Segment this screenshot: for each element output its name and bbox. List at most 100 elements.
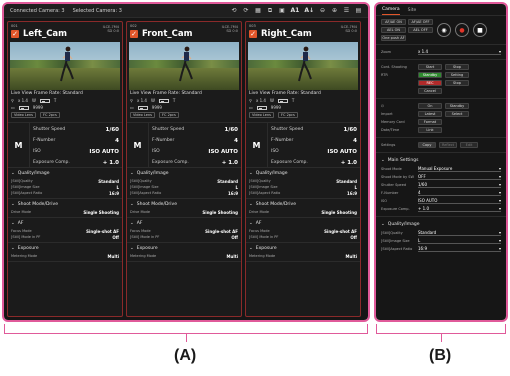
list-view-icon[interactable]: ☰ (343, 7, 350, 14)
exposure-section[interactable]: ⌄ Exposure Metering Mode Multi (246, 243, 360, 262)
shoot-mode[interactable]: M (246, 123, 268, 167)
setting-select[interactable]: Manual Exposure ▾ (418, 166, 501, 172)
setting-select[interactable]: 4 ▾ (418, 190, 501, 196)
setting-select[interactable]: Standard ▾ (418, 230, 501, 236)
af-section[interactable]: ⌄ AF Focus Mode Single-shot AF [Still] Mod… (8, 218, 122, 243)
font-size-small-button[interactable]: A↓ (304, 7, 314, 14)
exposure-section[interactable]: ⌄ Exposure Metering Mode Multi (8, 243, 122, 262)
camera-shutter-icon[interactable]: ◉ (437, 23, 451, 37)
af-section[interactable]: ⌄ AF Focus Mode Single-shot AF [Still] Mod… (127, 218, 241, 243)
record-icon[interactable]: ● (455, 23, 469, 37)
camera-card[interactable]: 001 ✓ Left_Cam ILCE-7M4 SD 0:0 Live View… (7, 21, 123, 317)
panel-quality-title: Quality/Image (387, 222, 420, 227)
tile-view-icon[interactable]: ▤ (355, 7, 362, 14)
cont-start-button[interactable]: Start (418, 64, 442, 70)
iso-row[interactable]: ISO ISO AUTO (271, 146, 357, 157)
setting-select[interactable]: 16:9 ▾ (418, 246, 501, 252)
panel-quality-section[interactable]: ⌄ Quality/Image [Still]Quality Standard ▾ [… (376, 217, 506, 256)
tab-site[interactable]: Site (408, 8, 417, 15)
power-standby-button[interactable]: Standby (445, 103, 469, 109)
copy-button[interactable]: Copy (418, 142, 436, 148)
f-number-row[interactable]: F-Number 4 (271, 135, 357, 146)
setting-label: ISO (381, 199, 388, 203)
font-size-large-button[interactable]: A1 (291, 7, 300, 14)
rtr-setting-button[interactable]: Setting (445, 72, 469, 78)
setting-label: [Still]Aspect Ratio (130, 191, 162, 195)
chevron-down-icon: ▾ (498, 238, 501, 243)
quality-section[interactable]: ⌄ Quality/Image [Still]Quality Standard [S… (8, 168, 122, 199)
cancel-button[interactable]: Cancel (418, 88, 442, 94)
rec-stop-button[interactable]: Stop (445, 80, 469, 86)
window-icon[interactable]: ▣ (279, 7, 286, 14)
f-number-row[interactable]: F-Number 4 (152, 135, 238, 146)
camera-grid-window: Connected Camera: 3 Selected Camera: 3 ⟲… (4, 4, 368, 320)
zoom-out-icon[interactable]: ⊖ (319, 7, 326, 14)
exposure-comp-row[interactable]: Exposure Comp. + 1.0 (271, 157, 357, 168)
zoom-in-icon[interactable]: ⊕ (331, 7, 338, 14)
cont-stop-button[interactable]: Stop (445, 64, 469, 70)
f-number-row[interactable]: F-Number 4 (33, 135, 119, 146)
stop-icon[interactable]: ■ (473, 23, 487, 37)
shoot-mode[interactable]: M (127, 123, 149, 167)
memory-card-label: Memory Card (381, 120, 405, 124)
link-button[interactable]: Link (418, 127, 442, 133)
live-view-image[interactable] (129, 42, 239, 90)
one-push-af-button[interactable]: One push AF (381, 35, 406, 41)
format-button[interactable]: Format (418, 119, 442, 125)
edit-button[interactable]: Edit (460, 142, 478, 148)
exposure-comp-row[interactable]: Exposure Comp. + 1.0 (33, 157, 119, 168)
exposure-section[interactable]: ⌄ Exposure Metering Mode Multi (127, 243, 241, 262)
camera-card[interactable]: 002 ✓ Front_Cam ILCE-7M4 SD 0:0 Live Vie… (126, 21, 242, 317)
live-view-frame-rate: Live View Frame Rate: Standard (11, 91, 83, 96)
shutter-speed-row[interactable]: Shutter Speed 1/60 (152, 124, 238, 135)
chevron-down-icon: ▾ (498, 230, 501, 235)
rotate-ccw-icon[interactable]: ⟲ (231, 7, 238, 14)
quality-section[interactable]: ⌄ Quality/Image [Still]Quality Standard [S… (246, 168, 360, 199)
setting-label: [Still]Image Size (11, 185, 40, 189)
f-number-value: 4 (353, 137, 357, 144)
callout-label-a: (A) (174, 347, 197, 364)
live-view-image[interactable] (248, 42, 358, 90)
section-title: AF (17, 221, 24, 226)
grid-icon[interactable]: ▦ (255, 7, 262, 14)
shoot-mode[interactable]: M (8, 123, 30, 167)
reflect-button[interactable]: Reflect (439, 142, 457, 148)
setting-select[interactable]: ISO AUTO ▾ (418, 198, 501, 204)
chevron-down-icon: ▾ (498, 190, 501, 195)
setting-select[interactable]: OFF ▾ (418, 174, 501, 180)
live-view-frame-rate: Live View Frame Rate: Standard (249, 91, 321, 96)
ael-off-button[interactable]: AEL OFF (408, 27, 433, 33)
iso-row[interactable]: ISO ISO AUTO (33, 146, 119, 157)
main-settings-section[interactable]: ⌄ Main Settings Shoot Mode Manual Exposure… (376, 153, 506, 217)
import-latest-button[interactable]: Latest (418, 111, 442, 117)
exposure-comp-row[interactable]: Exposure Comp. + 1.0 (152, 157, 238, 168)
setting-select[interactable]: 1/60 ▾ (418, 182, 501, 188)
zoom-select[interactable]: x 1.4 ▾ (418, 49, 501, 55)
rec-button[interactable]: REC (418, 80, 442, 86)
af-ae-off-button[interactable]: AF/AE OFF (408, 19, 433, 25)
import-select-button[interactable]: Select (445, 111, 469, 117)
setting-select[interactable]: + 1.0 ▾ (418, 206, 501, 212)
camera-select-checkbox[interactable]: ✓ (130, 30, 138, 38)
live-view-image[interactable] (10, 42, 120, 90)
power-on-button[interactable]: On (418, 103, 442, 109)
quality-section[interactable]: ⌄ Quality/Image [Still]Quality Standard [S… (127, 168, 241, 199)
copy-icon[interactable]: ⧉ (267, 7, 274, 14)
setting-select[interactable]: L ▾ (418, 238, 501, 244)
ael-on-button[interactable]: AEL ON (381, 27, 406, 33)
tab-camera[interactable]: Camera (382, 7, 400, 15)
rotate-cw-icon[interactable]: ⟳ (243, 7, 250, 14)
af-section[interactable]: ⌄ AF Focus Mode Single-shot AF [Still] Mod… (246, 218, 360, 243)
camera-card[interactable]: 003 ✓ Right_Cam ILCE-7M4 SD 0:0 Live Vie… (245, 21, 361, 317)
camera-name: Left_Cam (23, 29, 68, 39)
drive-section[interactable]: ⌄ Shoot Mode/Drive Drive Mode Single Shoot… (246, 199, 360, 218)
drive-section[interactable]: ⌄ Shoot Mode/Drive Drive Mode Single Shoot… (8, 199, 122, 218)
iso-row[interactable]: ISO ISO AUTO (152, 146, 238, 157)
shutter-speed-row[interactable]: Shutter Speed 1/60 (33, 124, 119, 135)
shutter-speed-row[interactable]: Shutter Speed 1/60 (271, 124, 357, 135)
af-ae-on-button[interactable]: AF/AE ON (381, 19, 406, 25)
camera-select-checkbox[interactable]: ✓ (11, 30, 19, 38)
camera-select-checkbox[interactable]: ✓ (249, 30, 257, 38)
drive-section[interactable]: ⌄ Shoot Mode/Drive Drive Mode Single Shoot… (127, 199, 241, 218)
standby-button[interactable]: Standby (418, 72, 442, 78)
